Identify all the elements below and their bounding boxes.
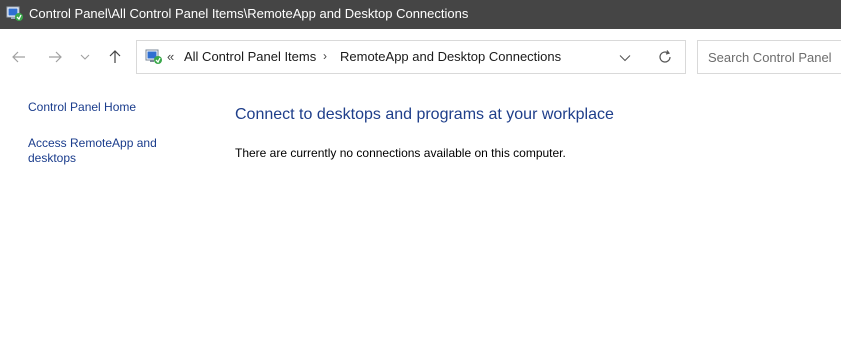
breadcrumb-separator[interactable]: › (323, 49, 327, 63)
sidebar-link-access-remoteapp[interactable]: Access RemoteApp and desktops (28, 136, 178, 166)
breadcrumb-remoteapp[interactable]: RemoteApp and Desktop Connections (340, 49, 561, 64)
breadcrumb-overflow-button[interactable]: « (167, 49, 174, 64)
chevron-down-icon (80, 54, 90, 60)
address-bar[interactable]: « All Control Panel Items › RemoteApp an… (136, 40, 686, 74)
refresh-button[interactable] (657, 49, 675, 67)
remoteapp-icon (6, 6, 24, 22)
navigation-bar: « All Control Panel Items › RemoteApp an… (0, 29, 841, 85)
back-button[interactable] (8, 46, 30, 68)
window-title: Control Panel\All Control Panel Items\Re… (29, 6, 469, 21)
control-panel-icon (145, 49, 163, 65)
address-dropdown-button[interactable] (619, 51, 635, 65)
page-title: Connect to desktops and programs at your… (235, 106, 614, 123)
arrow-left-icon (12, 51, 26, 63)
sidebar-link-control-panel-home[interactable]: Control Panel Home (28, 100, 136, 115)
title-bar: Control Panel\All Control Panel Items\Re… (0, 0, 841, 29)
up-button[interactable] (104, 46, 126, 68)
status-message: There are currently no connections avail… (235, 146, 566, 160)
search-input[interactable] (708, 48, 841, 66)
refresh-icon (657, 50, 673, 68)
breadcrumb-all-control-panel-items[interactable]: All Control Panel Items (184, 49, 316, 64)
recent-locations-button[interactable] (74, 46, 96, 68)
arrow-up-icon (109, 50, 121, 64)
forward-button[interactable] (44, 46, 66, 68)
search-box[interactable] (697, 40, 841, 74)
arrow-right-icon (48, 51, 62, 63)
chevron-down-icon (619, 51, 631, 65)
